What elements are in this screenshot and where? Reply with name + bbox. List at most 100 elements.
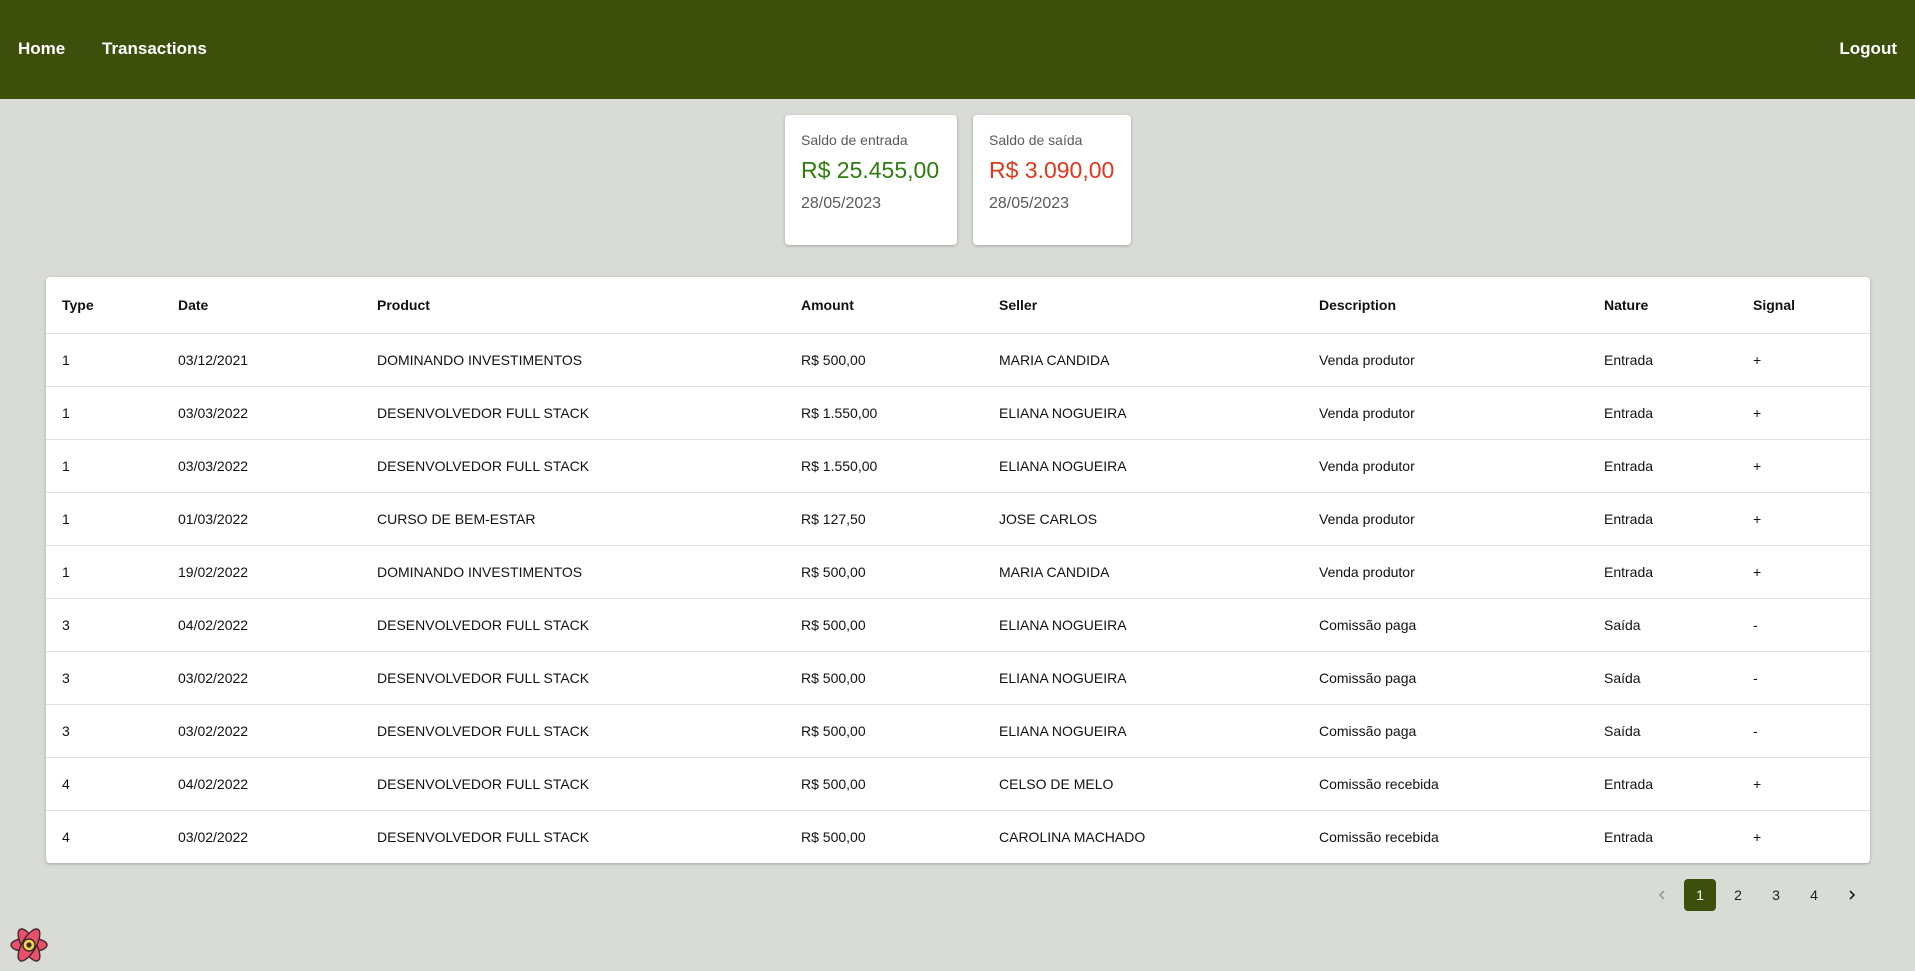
table-row: 1 03/03/2022 DESENVOLVEDOR FULL STACK R$ 1.… [46, 386, 1870, 440]
table-cell-seller: ELIANA NOGUEIRA [983, 386, 1303, 440]
table-cell-date: 03/02/2022 [162, 651, 361, 705]
table-cell-signal: - [1737, 704, 1870, 758]
table-cell-type: 3 [46, 651, 162, 705]
table-cell-product: DESENVOLVEDOR FULL STACK [361, 386, 785, 440]
table-cell-description: Comissão paga [1303, 651, 1588, 705]
table-row: 3 03/02/2022 DESENVOLVEDOR FULL STACK R$ 50… [46, 704, 1870, 758]
table-cell-nature: Entrada [1588, 757, 1737, 811]
table-cell-date: 03/02/2022 [162, 704, 361, 758]
table-row: 1 03/12/2021 DOMINANDO INVESTIMENTOS R$ 500… [46, 333, 1870, 387]
pagination: 1 2 3 4 [1643, 879, 1871, 911]
table-cell-amount: R$ 500,00 [785, 333, 983, 387]
column-header-description: Description [1303, 277, 1588, 334]
table-cell-signal: + [1753, 829, 1762, 845]
transactions-table-container: Type Date Product Amount Seller Description Na… [46, 277, 1870, 863]
table-cell-product: DESENVOLVEDOR FULL STACK [361, 757, 785, 811]
page-button-4[interactable]: 4 [1798, 879, 1830, 911]
income-balance-date: 28/05/2023 [801, 195, 882, 212]
table-header-row: Type Date Product Amount Seller Description Na… [46, 277, 1870, 334]
table-cell-type: 3 [46, 704, 162, 758]
table-cell-nature: Entrada [1588, 545, 1737, 599]
outcome-balance-value: R$ 3.090,00 [989, 157, 1115, 183]
page-button-3[interactable]: 3 [1760, 879, 1792, 911]
table-cell-type: 1 [46, 333, 162, 387]
table-cell-type: 1 [46, 439, 162, 493]
nav-transactions-link[interactable]: Transactions [102, 39, 207, 59]
table-cell-seller: ELIANA NOGUEIRA [983, 439, 1303, 493]
table-cell-signal: + [1737, 492, 1870, 546]
table-cell-seller: ELIANA NOGUEIRA [983, 651, 1303, 705]
table-cell-date: 03/02/2022 [178, 829, 249, 845]
table-cell-type: 4 [46, 757, 162, 811]
table-cell-nature: Saída [1588, 704, 1737, 758]
top-navbar: Home Transactions Logout [0, 0, 1915, 99]
table-cell-product: DOMINANDO INVESTIMENTOS [361, 333, 785, 387]
table-cell-amount: R$ 127,50 [785, 492, 983, 546]
table-cell-date: 04/02/2022 [162, 757, 361, 811]
table-cell-description: Venda produtor [1303, 545, 1588, 599]
table-cell-seller: ELIANA NOGUEIRA [983, 704, 1303, 758]
table-cell-signal: + [1737, 386, 1870, 440]
table-row: 4 04/02/2022 DESENVOLVEDOR FULL STACK R$ 50… [46, 757, 1870, 811]
table-cell-amount: R$ 1.550,00 [785, 386, 983, 440]
table-cell-seller: CAROLINA MACHADO [999, 829, 1146, 845]
table-cell-type: 1 [46, 545, 162, 599]
table-cell-seller: MARIA CANDIDA [983, 333, 1303, 387]
table-cell-signal: + [1737, 757, 1870, 811]
outcome-balance-date: 28/05/2023 [989, 195, 1070, 212]
table-cell-signal: + [1737, 439, 1870, 493]
table-cell-seller: MARIA CANDIDA [983, 545, 1303, 599]
income-balance-value: R$ 25.455,00 [801, 157, 940, 183]
table-row: 3 04/02/2022 DESENVOLVEDOR FULL STACK R$ 50… [46, 598, 1870, 652]
income-balance-card: Saldo de entrada R$ 25.455,00 28/05/2023 [785, 115, 957, 245]
table-cell-type: 4 [62, 829, 70, 845]
table-cell-signal: + [1737, 333, 1870, 387]
outcome-balance-label: Saldo de saída [989, 132, 1083, 148]
table-row: 4 03/02/2022 DESENVOLVEDOR FULL STACK R$ 50… [46, 811, 1870, 864]
table-cell-type: 1 [46, 492, 162, 546]
table-cell-nature: Saída [1588, 598, 1737, 652]
logout-button[interactable]: Logout [1839, 39, 1897, 59]
table-cell-product: DESENVOLVEDOR FULL STACK [361, 598, 785, 652]
table-cell-product: CURSO DE BEM-ESTAR [361, 492, 785, 546]
table-cell-amount: R$ 500,00 [801, 829, 866, 845]
table-body: 1 03/12/2021 DOMINANDO INVESTIMENTOS R$ 500… [46, 333, 1870, 864]
column-header-date: Date [162, 277, 361, 334]
table-cell-product: DESENVOLVEDOR FULL STACK [361, 651, 785, 705]
table-cell-signal: + [1737, 545, 1870, 599]
table-cell-date: 03/03/2022 [162, 439, 361, 493]
table-cell-nature: Entrada [1588, 492, 1737, 546]
table-cell-type: 3 [46, 598, 162, 652]
table-cell-nature: Entrada [1588, 333, 1737, 387]
chevron-right-icon [1849, 890, 1856, 900]
table-cell-description: Venda produtor [1303, 439, 1588, 493]
page-button-2[interactable]: 2 [1722, 879, 1754, 911]
react-logo-icon[interactable] [9, 925, 49, 965]
table-cell-date: 04/02/2022 [162, 598, 361, 652]
column-header-signal: Signal [1737, 277, 1870, 334]
nav-home-link[interactable]: Home [18, 39, 65, 59]
table-cell-amount: R$ 500,00 [785, 704, 983, 758]
table-cell-seller: CELSO DE MELO [983, 757, 1303, 811]
page-button-1[interactable]: 1 [1684, 879, 1716, 911]
table-cell-signal: - [1737, 598, 1870, 652]
transactions-table: Type Date Product Amount Seller Description Na… [46, 277, 1870, 863]
table-cell-date: 01/03/2022 [162, 492, 361, 546]
table-cell-product: DOMINANDO INVESTIMENTOS [361, 545, 785, 599]
table-cell-description: Comissão paga [1303, 598, 1588, 652]
table-cell-date: 19/02/2022 [162, 545, 361, 599]
table-cell-product: DESENVOLVEDOR FULL STACK [361, 704, 785, 758]
table-row: 1 01/03/2022 CURSO DE BEM-ESTAR R$ 127,50 JO… [46, 492, 1870, 546]
table-cell-amount: R$ 1.550,00 [785, 439, 983, 493]
table-cell-nature: Entrada [1604, 829, 1654, 845]
previous-page-button[interactable] [1646, 879, 1678, 911]
table-cell-description: Venda produtor [1303, 333, 1588, 387]
table-cell-amount: R$ 500,00 [785, 598, 983, 652]
table-cell-product: DESENVOLVEDOR FULL STACK [361, 439, 785, 493]
table-cell-amount: R$ 500,00 [785, 651, 983, 705]
table-cell-nature: Entrada [1588, 439, 1737, 493]
table-cell-date: 03/03/2022 [162, 386, 361, 440]
table-row: 3 03/02/2022 DESENVOLVEDOR FULL STACK R$ 50… [46, 651, 1870, 705]
outcome-balance-card: Saldo de saída R$ 3.090,00 28/05/2023 [973, 115, 1131, 245]
next-page-button[interactable] [1836, 879, 1868, 911]
